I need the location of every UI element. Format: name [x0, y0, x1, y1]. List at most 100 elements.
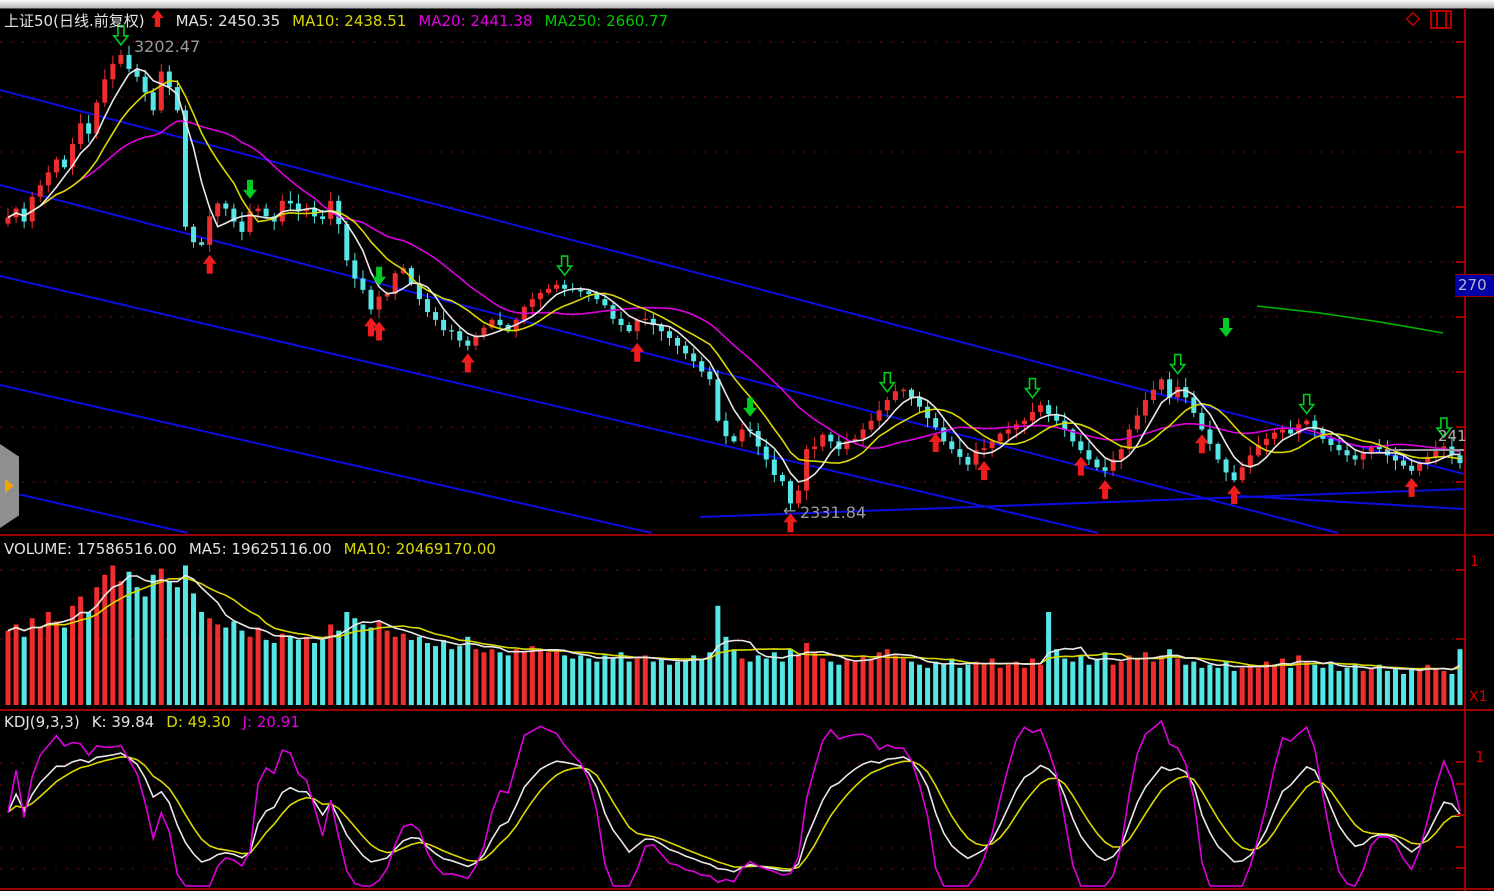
volume-bar: [54, 621, 59, 705]
sell-signal-hollow-icon: [1300, 395, 1314, 414]
volume-bar: [1312, 665, 1317, 705]
volume-bar: [22, 637, 27, 705]
last-price-line: [1386, 449, 1465, 451]
candle-body: [675, 338, 680, 346]
volume-bar: [457, 646, 462, 705]
kdj-d-value: D: 49.30: [166, 713, 230, 731]
candle-body: [465, 341, 470, 346]
volume-bar: [869, 659, 874, 706]
volume-bar: [643, 655, 648, 705]
volume-bar: [1030, 659, 1035, 706]
volume-bar: [1127, 655, 1132, 705]
volume-bar: [853, 662, 858, 705]
volume-bar: [1361, 671, 1366, 705]
kdj-params: KDJ(9,3,3): [4, 713, 80, 731]
candle-body: [86, 123, 91, 133]
volume-chart-canvas[interactable]: [0, 536, 1464, 708]
split-window-icon[interactable]: [1430, 10, 1452, 29]
ma5-line: [8, 69, 1460, 482]
volume-bar: [304, 637, 309, 705]
candle-body: [1409, 466, 1414, 471]
volume-bar: [1458, 649, 1463, 705]
volume-bar: [1409, 668, 1414, 705]
buy-signal-icon: [203, 255, 217, 274]
candle-body: [1280, 429, 1285, 432]
candle-body: [223, 203, 228, 208]
volume-bar: [1078, 655, 1083, 705]
candle-body: [344, 224, 349, 260]
volume-bar: [1062, 659, 1067, 706]
volume-bar: [965, 665, 970, 705]
up-trend-arrow-icon: [151, 10, 164, 31]
volume-bar: [1328, 662, 1333, 705]
candle-body: [352, 260, 357, 278]
candle-body: [941, 427, 946, 441]
volume-bar: [522, 652, 527, 705]
volume-bar: [949, 659, 954, 706]
volume-bar: [1304, 662, 1309, 705]
trendline-price-tag: 270: [1455, 274, 1494, 297]
volume-bar: [231, 621, 236, 705]
kdj-chart-canvas[interactable]: [0, 711, 1464, 889]
volume-bar: [1337, 671, 1342, 705]
candle-body: [627, 325, 632, 331]
volume-pane-header: VOLUME: 17586516.00 MA5: 19625116.00 MA1…: [4, 540, 508, 558]
price-chart-canvas[interactable]: [0, 8, 1464, 535]
candle-body: [957, 449, 962, 457]
volume-bar: [393, 637, 398, 705]
volume-bar: [982, 665, 987, 705]
candle-body: [586, 291, 591, 294]
candle-body: [1127, 429, 1132, 449]
volume-bar: [925, 668, 930, 705]
volume-bar: [377, 621, 382, 705]
volume-bar: [401, 634, 406, 705]
volume-bar: [191, 593, 196, 705]
candle-body: [1159, 379, 1164, 389]
volume-bar: [1248, 665, 1253, 705]
candle-body: [449, 330, 454, 331]
volume-bar: [1191, 662, 1196, 705]
candle-body: [602, 299, 607, 305]
volume-bar: [1256, 668, 1261, 705]
volume-bar: [659, 659, 664, 706]
volume-bar: [990, 659, 995, 706]
candle-body: [885, 400, 890, 410]
candle-body: [869, 421, 874, 430]
ma10-value: MA10: 2438.51: [292, 12, 406, 30]
candle-body: [215, 203, 220, 216]
volume-bar: [1199, 668, 1204, 705]
axis-tick: [1456, 569, 1464, 571]
volume-bar: [820, 659, 825, 706]
candle-body: [691, 353, 696, 361]
volume-bar: [893, 655, 898, 705]
diamond-button-icon[interactable]: [1404, 10, 1422, 28]
candle-body: [925, 407, 930, 418]
volume-bar: [1425, 665, 1430, 705]
volume-bar: [748, 662, 753, 705]
candle-body: [667, 331, 672, 338]
volume-bar: [933, 662, 938, 705]
volume-bar: [449, 649, 454, 705]
trendline: [0, 185, 1338, 533]
candle-body: [877, 410, 882, 420]
candle-body: [191, 227, 196, 243]
volume-bar: [877, 652, 882, 705]
candle-body: [764, 447, 769, 460]
axis-tick: [1456, 867, 1464, 869]
volume-bar: [909, 662, 914, 705]
axis-tick: [1456, 151, 1464, 153]
candle-body: [683, 346, 688, 354]
buy-signal-icon: [1405, 478, 1419, 497]
expand-arrow-icon: [5, 479, 14, 493]
volume-bar: [828, 662, 833, 705]
volume-bar: [1449, 674, 1454, 705]
volume-bar: [280, 634, 285, 705]
axis-tick: [1456, 814, 1464, 816]
volume-bar: [344, 612, 349, 705]
panel-expand-handle[interactable]: [0, 444, 19, 528]
volume-bar: [578, 655, 583, 705]
volume-bar: [1264, 662, 1269, 705]
volume-bar: [490, 649, 495, 705]
volume-bar: [239, 631, 244, 705]
volume-bar: [683, 659, 688, 706]
